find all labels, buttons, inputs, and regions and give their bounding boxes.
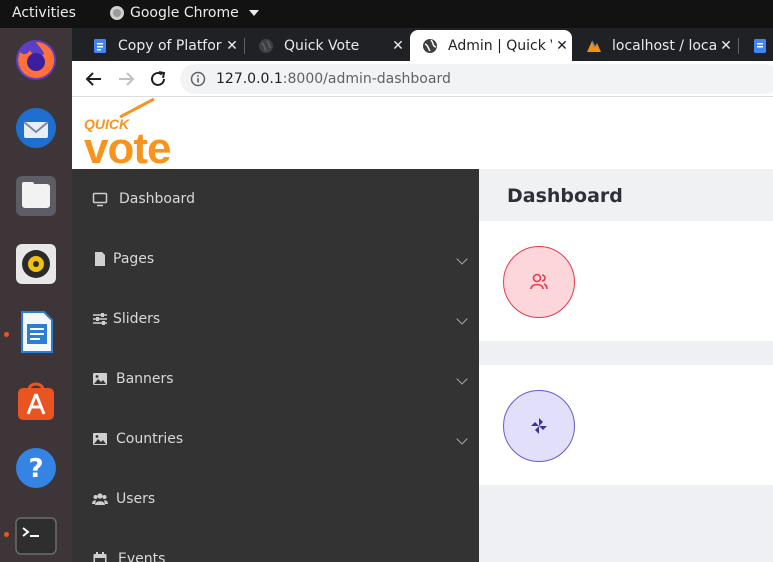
reload-button[interactable]	[147, 68, 169, 90]
tab-title: Admin | Quick Vote	[448, 37, 552, 54]
sidebar-item-dashboard[interactable]: Dashboard	[72, 169, 479, 229]
caret-down-icon	[248, 10, 259, 16]
tab-title: Copy of Platform	[118, 37, 222, 54]
sidebar-item-pages[interactable]: Pages	[72, 229, 479, 289]
stat-icon-circle	[503, 390, 575, 462]
dock: ?	[0, 28, 72, 562]
browser-window: Copy of Platform ✕ Quick Vote ✕ Admin | …	[72, 28, 773, 562]
sidebar: Dashboard Pages Sliders Banners Countrie…	[72, 169, 479, 562]
tab-separator	[244, 38, 245, 54]
page-content: QUICK vote Dashboard Pages Sliders Banne…	[72, 97, 773, 562]
logo-bar: QUICK vote	[72, 97, 773, 169]
libreoffice-writer-icon[interactable]	[12, 308, 60, 356]
app-name: Google Chrome	[130, 5, 239, 21]
page-title: Dashboard	[507, 185, 623, 207]
thunderbird-icon[interactable]	[12, 104, 60, 152]
arrow-right-icon	[119, 72, 135, 86]
globe-icon	[423, 38, 437, 53]
sidebar-item-label: Users	[116, 491, 156, 507]
tab-partial[interactable]: T	[740, 30, 773, 61]
sidebar-item-label: Sliders	[113, 311, 161, 327]
content-header: Dashboard	[479, 169, 773, 221]
tab-title: Quick Vote	[284, 37, 360, 54]
tab-title: localhost / localhost	[612, 37, 716, 54]
close-tab-icon[interactable]: ✕	[388, 38, 408, 54]
docs-icon	[94, 38, 106, 53]
stat-card[interactable]	[479, 365, 773, 485]
tab-copy-of-platform[interactable]: Copy of Platform ✕	[80, 30, 242, 61]
monitor-icon	[92, 192, 108, 207]
system-top-bar: Activities Google Chrome	[0, 0, 773, 28]
sliders-icon	[93, 313, 107, 325]
browser-toolbar: 127.0.0.1:8000/admin-dashboard	[72, 61, 773, 97]
image-icon	[93, 373, 107, 385]
sidebar-item-countries[interactable]: Countries	[72, 409, 479, 469]
tab-strip: Copy of Platform ✕ Quick Vote ✕ Admin | …	[72, 28, 773, 61]
docs-icon	[754, 38, 766, 53]
calendar-icon	[93, 552, 107, 562]
firefox-icon[interactable]	[12, 36, 60, 84]
running-indicator	[4, 332, 9, 337]
users-icon	[530, 273, 548, 290]
forward-button[interactable]	[115, 68, 137, 90]
ubuntu-software-icon[interactable]	[12, 376, 60, 424]
terminal-icon[interactable]	[12, 512, 60, 560]
sidebar-item-label: Events	[118, 551, 166, 562]
url-path: :8000/admin-dashboard	[282, 71, 451, 87]
chevron-down-icon[interactable]	[456, 253, 468, 265]
chevron-down-icon[interactable]	[456, 373, 468, 385]
close-tab-icon[interactable]: ✕	[222, 38, 242, 54]
sidebar-item-users[interactable]: Users	[72, 469, 479, 529]
phpmyadmin-icon	[587, 40, 601, 52]
rhythmbox-icon[interactable]	[12, 240, 60, 288]
help-icon[interactable]: ?	[12, 444, 60, 492]
stat-card[interactable]	[479, 221, 773, 341]
sidebar-item-label: Dashboard	[119, 191, 195, 207]
chrome-icon	[110, 6, 124, 20]
activities-button[interactable]: Activities	[12, 5, 76, 21]
app-menu[interactable]: Google Chrome	[110, 5, 259, 21]
logo-main-text: vote	[84, 124, 170, 169]
sidebar-item-sliders[interactable]: Sliders	[72, 289, 479, 349]
url-host: 127.0.0.1	[216, 71, 283, 87]
arrow-left-icon	[85, 72, 101, 86]
reload-icon	[151, 71, 166, 86]
sidebar-item-label: Banners	[116, 371, 174, 387]
image-icon	[93, 433, 107, 445]
users-icon	[92, 493, 108, 505]
close-tab-icon[interactable]: ✕	[552, 38, 572, 54]
quick-vote-logo[interactable]: QUICK vote	[80, 97, 220, 169]
main-content: Dashboard	[479, 169, 773, 562]
files-icon[interactable]	[12, 172, 60, 220]
info-icon[interactable]	[190, 71, 206, 87]
globe-icon	[259, 38, 273, 53]
sidebar-item-events[interactable]: Events	[72, 529, 479, 562]
sidebar-item-banners[interactable]: Banners	[72, 349, 479, 409]
back-button[interactable]	[83, 68, 105, 90]
sidebar-item-label: Pages	[113, 251, 155, 267]
close-tab-icon[interactable]: ✕	[716, 38, 736, 54]
file-icon	[95, 252, 105, 266]
tab-admin-quick-vote[interactable]: Admin | Quick Vote ✕	[410, 30, 572, 61]
running-indicator	[4, 532, 9, 537]
chevron-down-icon[interactable]	[456, 433, 468, 445]
sidebar-item-label: Countries	[116, 431, 184, 447]
stat-icon-circle	[503, 246, 575, 318]
tab-separator	[738, 38, 739, 54]
tab-quick-vote[interactable]: Quick Vote ✕	[246, 30, 408, 61]
chevron-down-icon[interactable]	[456, 313, 468, 325]
address-bar[interactable]: 127.0.0.1:8000/admin-dashboard	[180, 64, 773, 94]
pinwheel-icon	[531, 418, 547, 434]
tab-localhost[interactable]: localhost / localhost ✕	[574, 30, 736, 61]
svg-text:?: ?	[28, 454, 43, 484]
